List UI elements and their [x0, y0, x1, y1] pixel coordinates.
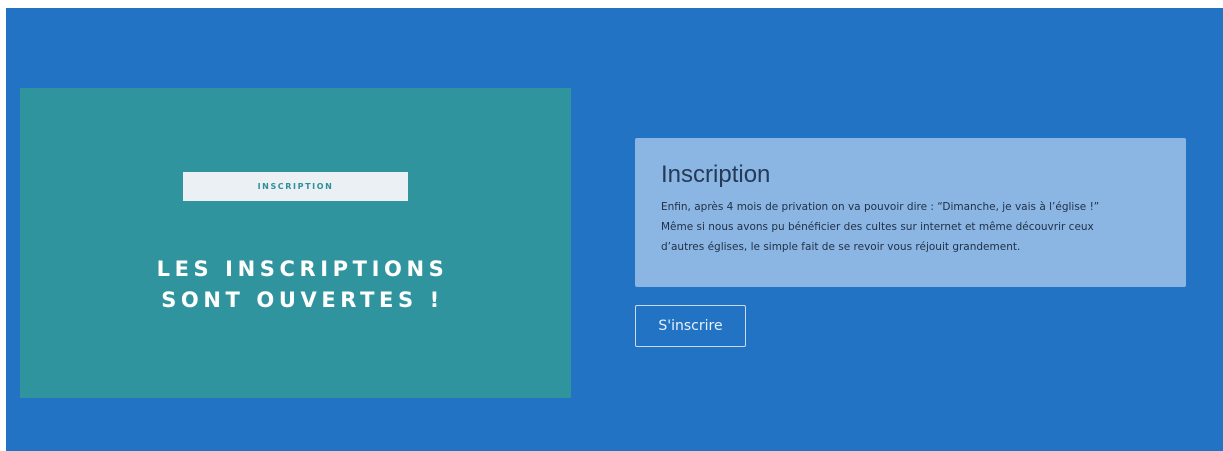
banner-headline: LES INSCRIPTIONS SONT OUVERTES !: [20, 254, 571, 316]
card-body: Enfin, après 4 mois de privation on va p…: [661, 197, 1151, 257]
banner-headline-line-1: LES INSCRIPTIONS: [156, 257, 449, 281]
inscription-info-card: Inscription Enfin, après 4 mois de priva…: [635, 138, 1186, 287]
banner-tag: INSCRIPTION: [183, 172, 408, 201]
signup-button[interactable]: S'inscrire: [635, 305, 746, 347]
card-body-line: d’autres églises, le simple fait de se r…: [661, 241, 1021, 253]
card-body-line: Même si nous avons pu bénéficier des cul…: [661, 221, 1094, 233]
card-body-line: Enfin, après 4 mois de privation on va p…: [661, 201, 1100, 213]
page-section: INSCRIPTION LES INSCRIPTIONS SONT OUVERT…: [6, 8, 1223, 451]
card-title: Inscription: [661, 161, 771, 188]
banner-headline-line-2: SONT OUVERTES !: [161, 288, 444, 312]
inscription-banner-image: INSCRIPTION LES INSCRIPTIONS SONT OUVERT…: [20, 88, 571, 398]
